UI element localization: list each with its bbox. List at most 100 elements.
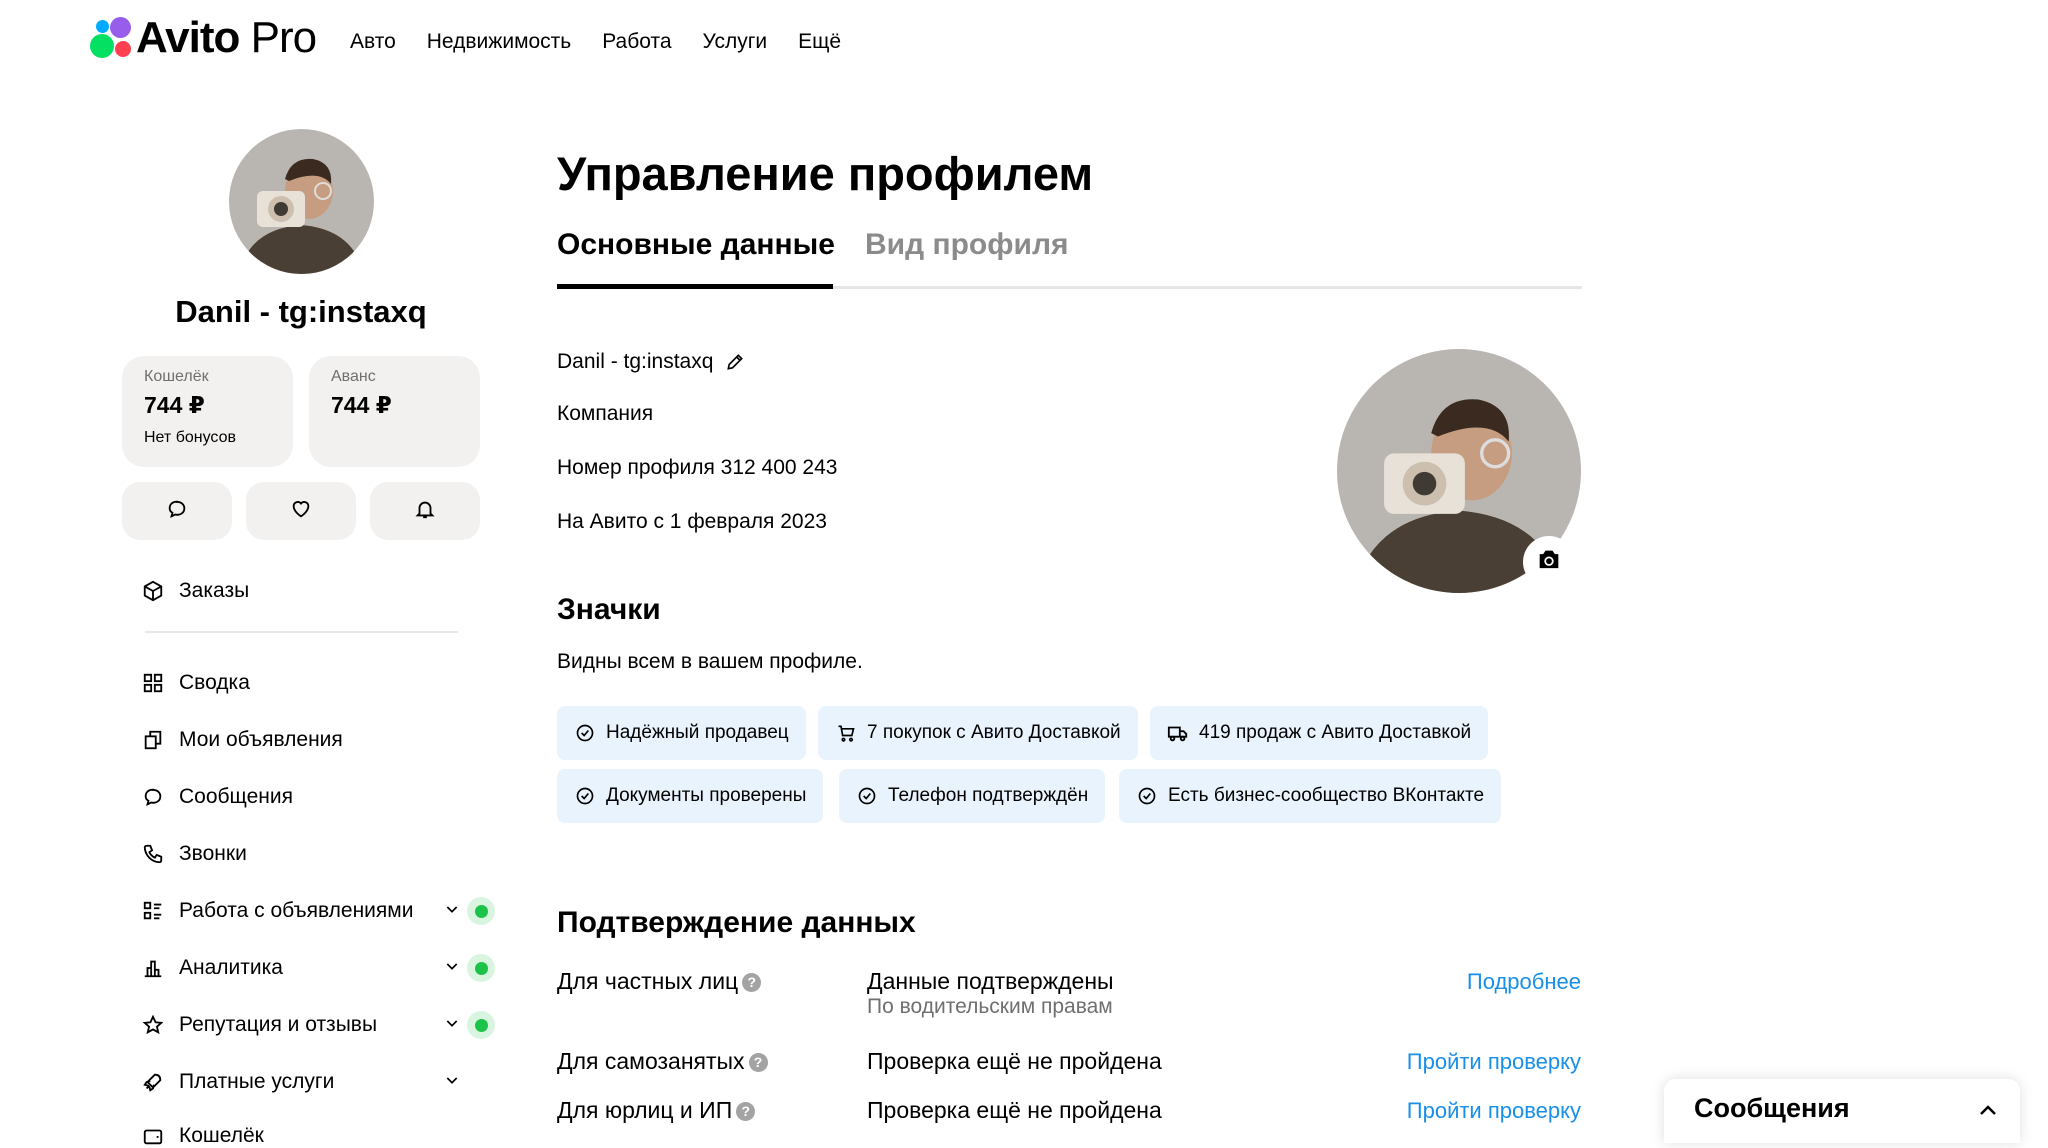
status-dot xyxy=(467,897,495,925)
chevron-down-icon[interactable] xyxy=(444,899,460,923)
advance-card[interactable]: Аванс 744 ₽ xyxy=(309,356,480,467)
nav-more[interactable]: Ещё xyxy=(798,30,841,54)
nav-services[interactable]: Услуги xyxy=(703,30,768,54)
chevron-up-icon[interactable] xyxy=(1976,1099,2000,1128)
chevron-down-icon[interactable] xyxy=(444,1070,460,1094)
page: Avito Pro Авто Недвижимость Работа Услуг… xyxy=(0,0,2048,1147)
profile-number: Номер профиля 312 400 243 xyxy=(557,456,838,479)
verification-legal-label: Для юрлиц и ИП? xyxy=(557,1097,756,1124)
badges-description: Видны всем в вашем профиле. xyxy=(557,650,863,673)
sidebar-item-wallet[interactable]: Кошелёк xyxy=(142,1124,264,1148)
nav-jobs[interactable]: Работа xyxy=(602,30,671,54)
start-verification-link[interactable]: Пройти проверку xyxy=(1407,1049,1581,1075)
verification-selfemployed-label: Для самозанятых? xyxy=(557,1048,768,1075)
messages-widget[interactable]: Сообщения xyxy=(1664,1079,2020,1143)
badge-documents-verified: Документы проверены xyxy=(557,769,824,823)
details-link[interactable]: Подробнее xyxy=(1467,969,1581,995)
wallet-card[interactable]: Кошелёк 744 ₽ Нет бонусов xyxy=(122,356,293,467)
profile-name-row: Danil - tg:instaxq xyxy=(557,350,745,374)
sidebar-item-label: Аналитика xyxy=(179,956,283,979)
sidebar-item-label: Мои объявления xyxy=(179,728,343,751)
chevron-down-icon[interactable] xyxy=(444,1013,460,1037)
sidebar-divider xyxy=(145,631,458,633)
sidebar-item-label: Сообщения xyxy=(179,785,293,808)
badge-purchases: 7 покупок с Авито Доставкой xyxy=(818,706,1138,760)
badge-phone-verified: Телефон подтверждён xyxy=(839,769,1106,823)
chat-icon xyxy=(166,498,188,525)
sidebar-item-label: Звонки xyxy=(179,842,247,865)
sidebar-item-analytics[interactable]: Аналитика xyxy=(142,954,495,982)
sidebar-item-paid-services[interactable]: Платные услуги xyxy=(142,1070,458,1094)
sidebar-user-name: Danil - tg:instaxq xyxy=(175,294,427,329)
sidebar-item-summary[interactable]: Сводка xyxy=(142,671,250,695)
bell-icon xyxy=(414,498,436,525)
wallet-icon xyxy=(142,1125,164,1147)
box-icon xyxy=(142,580,164,602)
copy-icon xyxy=(142,729,164,751)
top-nav: Авто Недвижимость Работа Услуги Ещё xyxy=(350,30,841,54)
change-photo-button[interactable] xyxy=(1523,536,1575,588)
tab-profile-view[interactable]: Вид профиля xyxy=(865,228,1069,262)
rocket-icon xyxy=(142,1071,164,1093)
check-circle-icon xyxy=(856,785,878,807)
nav-real-estate[interactable]: Недвижимость xyxy=(427,30,571,54)
sidebar-item-label: Репутация и отзывы xyxy=(179,1013,378,1036)
sidebar-item-label: Работа с объявлениями xyxy=(179,899,414,922)
heart-icon xyxy=(290,498,312,525)
chevron-down-icon[interactable] xyxy=(444,956,460,980)
badges-heading: Значки xyxy=(557,593,661,626)
sidebar-avatar[interactable] xyxy=(229,129,374,274)
nav-auto[interactable]: Авто xyxy=(350,30,396,54)
status-dot xyxy=(467,954,495,982)
help-icon[interactable]: ? xyxy=(736,1102,756,1122)
truck-icon xyxy=(1167,722,1189,744)
check-circle-icon xyxy=(574,722,596,744)
wallet-bonus: Нет бонусов xyxy=(144,429,236,446)
messages-quick-button[interactable] xyxy=(122,482,232,540)
sidebar-item-label: Платные услуги xyxy=(179,1070,335,1093)
sidebar-item-label: Сводка xyxy=(179,671,250,694)
sidebar-item-my-ads[interactable]: Мои объявления xyxy=(142,728,343,752)
messages-widget-title: Сообщения xyxy=(1694,1093,1850,1123)
verification-private-label: Для частных лиц? xyxy=(557,968,762,995)
sidebar-item-orders[interactable]: Заказы xyxy=(142,579,249,603)
chat-icon xyxy=(142,786,164,808)
wallet-value: 744 ₽ xyxy=(144,392,205,418)
profile-tabs: Основные данные Вид профиля xyxy=(557,228,1582,289)
help-icon[interactable]: ? xyxy=(748,1053,768,1073)
verification-private-detail: По водительским правам xyxy=(867,995,1113,1018)
camera-icon xyxy=(1535,546,1563,579)
profile-type: Компания xyxy=(557,402,654,425)
sidebar-item-ads-work[interactable]: Работа с объявлениями xyxy=(142,897,495,925)
logo-text: Avito Pro xyxy=(136,13,317,62)
pencil-icon[interactable] xyxy=(725,352,745,372)
sidebar-item-label: Заказы xyxy=(179,579,250,602)
notifications-quick-button[interactable] xyxy=(370,482,480,540)
sidebar-item-label: Кошелёк xyxy=(179,1124,264,1147)
badge-reliable-seller: Надёжный продавец xyxy=(557,706,806,760)
list-icon xyxy=(142,900,164,922)
start-verification-link[interactable]: Пройти проверку xyxy=(1407,1098,1581,1124)
sidebar-item-calls[interactable]: Звонки xyxy=(142,842,247,866)
logo-dots-icon xyxy=(88,16,132,60)
star-icon xyxy=(142,1014,164,1036)
tab-basic-data[interactable]: Основные данные xyxy=(557,228,835,262)
verification-selfemployed-status: Проверка ещё не пройдена xyxy=(867,1048,1162,1074)
badge-vk-community: Есть бизнес-сообщество ВКонтакте xyxy=(1119,769,1502,823)
active-tab-underline xyxy=(557,284,833,289)
bar-chart-icon xyxy=(142,957,164,979)
status-dot xyxy=(467,1011,495,1039)
sidebar-item-messages[interactable]: Сообщения xyxy=(142,785,293,809)
wallet-label: Кошелёк xyxy=(144,368,209,385)
avito-pro-logo[interactable]: Avito Pro xyxy=(88,13,317,62)
verification-private-status: Данные подтверждены По водительским прав… xyxy=(867,968,1114,1018)
favorites-quick-button[interactable] xyxy=(246,482,356,540)
advance-value: 744 ₽ xyxy=(331,392,392,418)
help-icon[interactable]: ? xyxy=(742,973,762,993)
badge-sales: 419 продаж с Авито Доставкой xyxy=(1150,706,1489,760)
grid-icon xyxy=(142,672,164,694)
cart-icon xyxy=(835,722,857,744)
sidebar-item-reputation[interactable]: Репутация и отзывы xyxy=(142,1011,495,1039)
profile-name: Danil - tg:instaxq xyxy=(557,350,714,373)
check-circle-icon xyxy=(574,785,596,807)
